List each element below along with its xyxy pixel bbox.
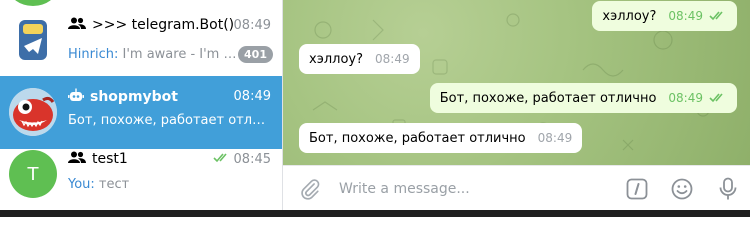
chat-name-text: test1 — [92, 151, 128, 167]
paperclip-icon[interactable] — [297, 176, 323, 202]
message-area[interactable]: хэллоу? 08:49 хэллоу? 08:49 Бот, похоже,… — [283, 0, 750, 165]
message-input[interactable] — [337, 176, 611, 202]
avatar — [9, 16, 57, 64]
chat-preview: Бот, похоже, работает отлично — [68, 113, 273, 128]
message-time: 08:49 — [668, 91, 703, 105]
chat-time: 08:45 — [212, 152, 271, 167]
preview-sender: Hinrich: — [68, 47, 119, 62]
message-time: 08:49 — [537, 131, 573, 145]
smiley-icon[interactable] — [669, 176, 695, 202]
chat-time-text: 08:45 — [233, 152, 271, 167]
message-time: 08:49 — [668, 9, 703, 23]
double-check-icon — [212, 152, 231, 167]
chat-item-telegram-bot[interactable]: >>> telegram.Bot() 08:49 Hinrich: I'm aw… — [0, 4, 282, 77]
chat-item-shopmybot[interactable]: shopmybot 08:49 Бот, похоже, работает от… — [0, 76, 282, 149]
message-bubble-incoming[interactable]: хэллоу? 08:49 — [299, 44, 420, 74]
message-time: 08:49 — [375, 52, 410, 66]
chat-name: shopmybot — [68, 88, 178, 106]
message-text: хэллоу? — [602, 8, 657, 24]
slash-command-icon[interactable] — [624, 176, 650, 202]
chat-list: >>> telegram.Bot() 08:49 Hinrich: I'm aw… — [0, 0, 283, 210]
message-bubble-outgoing[interactable]: хэллоу? 08:49 — [592, 1, 737, 31]
group-icon — [68, 151, 86, 167]
chat-time: 08:49 — [233, 89, 271, 104]
chat-name-text: >>> telegram.Bot() — [92, 17, 235, 33]
avatar: T — [9, 150, 57, 198]
chat-preview: You: тест — [68, 177, 268, 192]
preview-text: I'm aware - I'm th... — [118, 47, 238, 62]
message-bubble-outgoing[interactable]: Бот, похоже, работает отлично 08:49 — [429, 83, 737, 113]
double-check-icon — [709, 93, 727, 103]
avatar — [9, 88, 57, 136]
chat-preview: Hinrich: I'm aware - I'm th... — [68, 47, 238, 62]
preview-text: тест — [94, 177, 130, 192]
chat-name: >>> telegram.Bot() — [68, 17, 234, 33]
bot-icon — [68, 88, 84, 106]
chat-item-test1[interactable]: T test1 08:45 You: тест — [0, 149, 282, 210]
message-composer — [283, 165, 750, 210]
microphone-icon[interactable] — [715, 176, 741, 202]
chat-name: test1 — [68, 151, 128, 167]
unread-badge: 401 — [238, 46, 273, 63]
message-text: Бот, похоже, работает отлично — [439, 90, 657, 106]
message-bubble-incoming[interactable]: Бот, похоже, работает отлично 08:49 — [299, 123, 583, 153]
preview-sender: You: — [68, 177, 95, 192]
group-icon — [68, 17, 86, 33]
window-bottom-edge — [0, 210, 750, 217]
double-check-icon — [709, 11, 727, 21]
message-text: Бот, похоже, работает отлично — [309, 130, 526, 146]
chat-time: 08:49 — [233, 18, 271, 33]
chat-name-text: shopmybot — [90, 89, 178, 105]
message-text: хэллоу? — [309, 51, 363, 67]
